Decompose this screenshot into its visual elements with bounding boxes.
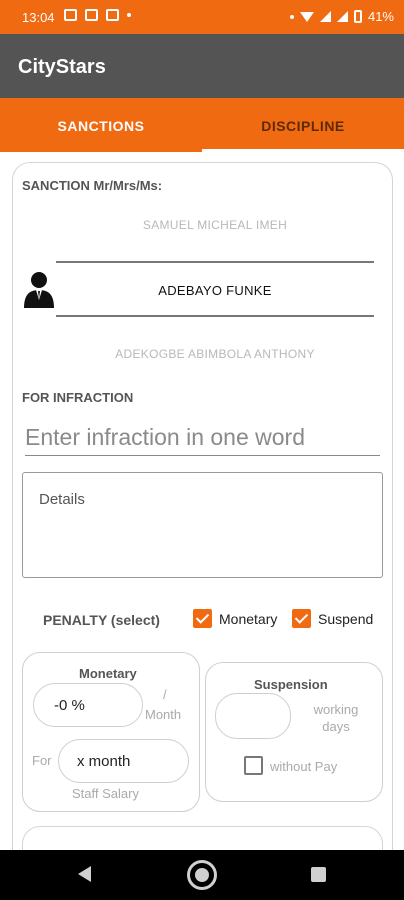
picker-divider	[56, 261, 374, 263]
percent-input[interactable]	[33, 683, 143, 727]
sanction-label: SANCTION Mr/Mrs/Ms:	[22, 178, 163, 193]
tab-discipline[interactable]: DISCIPLINE	[202, 98, 404, 152]
tab-sanctions[interactable]: SANCTIONS	[0, 98, 202, 152]
name-picker-selected[interactable]: ADEBAYO FUNKE	[56, 283, 374, 298]
days-input[interactable]	[215, 693, 291, 739]
status-time: 13:04	[22, 10, 55, 25]
monetary-title: Monetary	[79, 666, 137, 681]
person-suit-icon	[24, 272, 54, 308]
picker-divider	[56, 315, 374, 317]
battery-percent: 41%	[367, 9, 394, 24]
without-pay-label[interactable]: without Pay	[270, 759, 337, 774]
notification-icons	[64, 9, 131, 21]
square-recents-icon[interactable]	[311, 867, 326, 882]
more-notifications-icon	[127, 13, 131, 17]
home-inner-icon	[195, 868, 209, 882]
name-picker-item[interactable]: ADEKOGBE ABIMBOLA ANTHONY	[56, 347, 374, 361]
penalty-label: PENALTY (select)	[43, 612, 160, 628]
staff-salary-label: Staff Salary	[72, 786, 139, 801]
signal-icon	[336, 11, 348, 22]
gmail-icon	[64, 9, 77, 21]
suspension-title: Suspension	[254, 677, 328, 692]
without-pay-checkbox[interactable]	[244, 756, 263, 775]
battery-icon	[353, 10, 362, 23]
working-days-label: working days	[313, 702, 359, 734]
monetary-checkbox[interactable]	[193, 609, 212, 628]
status-bar: 13:04 41%	[0, 0, 404, 34]
per-slash: /	[163, 687, 167, 702]
wifi-icon	[299, 11, 314, 22]
indicator-dot-icon	[289, 14, 294, 19]
suspend-checkbox[interactable]	[292, 609, 311, 628]
for-label: For	[32, 753, 52, 768]
app-title: CityStars	[18, 56, 106, 78]
gmail-icon	[85, 9, 98, 21]
app-bar: CityStars	[0, 34, 404, 98]
tab-bar: SANCTIONS DISCIPLINE	[0, 98, 404, 152]
youtube-icon	[106, 9, 119, 21]
infraction-input[interactable]	[25, 420, 380, 456]
details-textarea[interactable]	[22, 472, 383, 578]
infraction-label: FOR INFRACTION	[22, 390, 134, 405]
months-input[interactable]	[58, 739, 189, 783]
triangle-back-icon[interactable]	[78, 866, 91, 882]
suspend-checkbox-label[interactable]: Suspend	[318, 611, 373, 627]
signal-icon	[319, 11, 331, 22]
per-month-label: Month	[145, 707, 182, 722]
system-icons: 41%	[289, 9, 394, 24]
monetary-checkbox-label[interactable]: Monetary	[219, 611, 277, 627]
name-picker-item[interactable]: SAMUEL MICHEAL IMEH	[56, 218, 374, 232]
